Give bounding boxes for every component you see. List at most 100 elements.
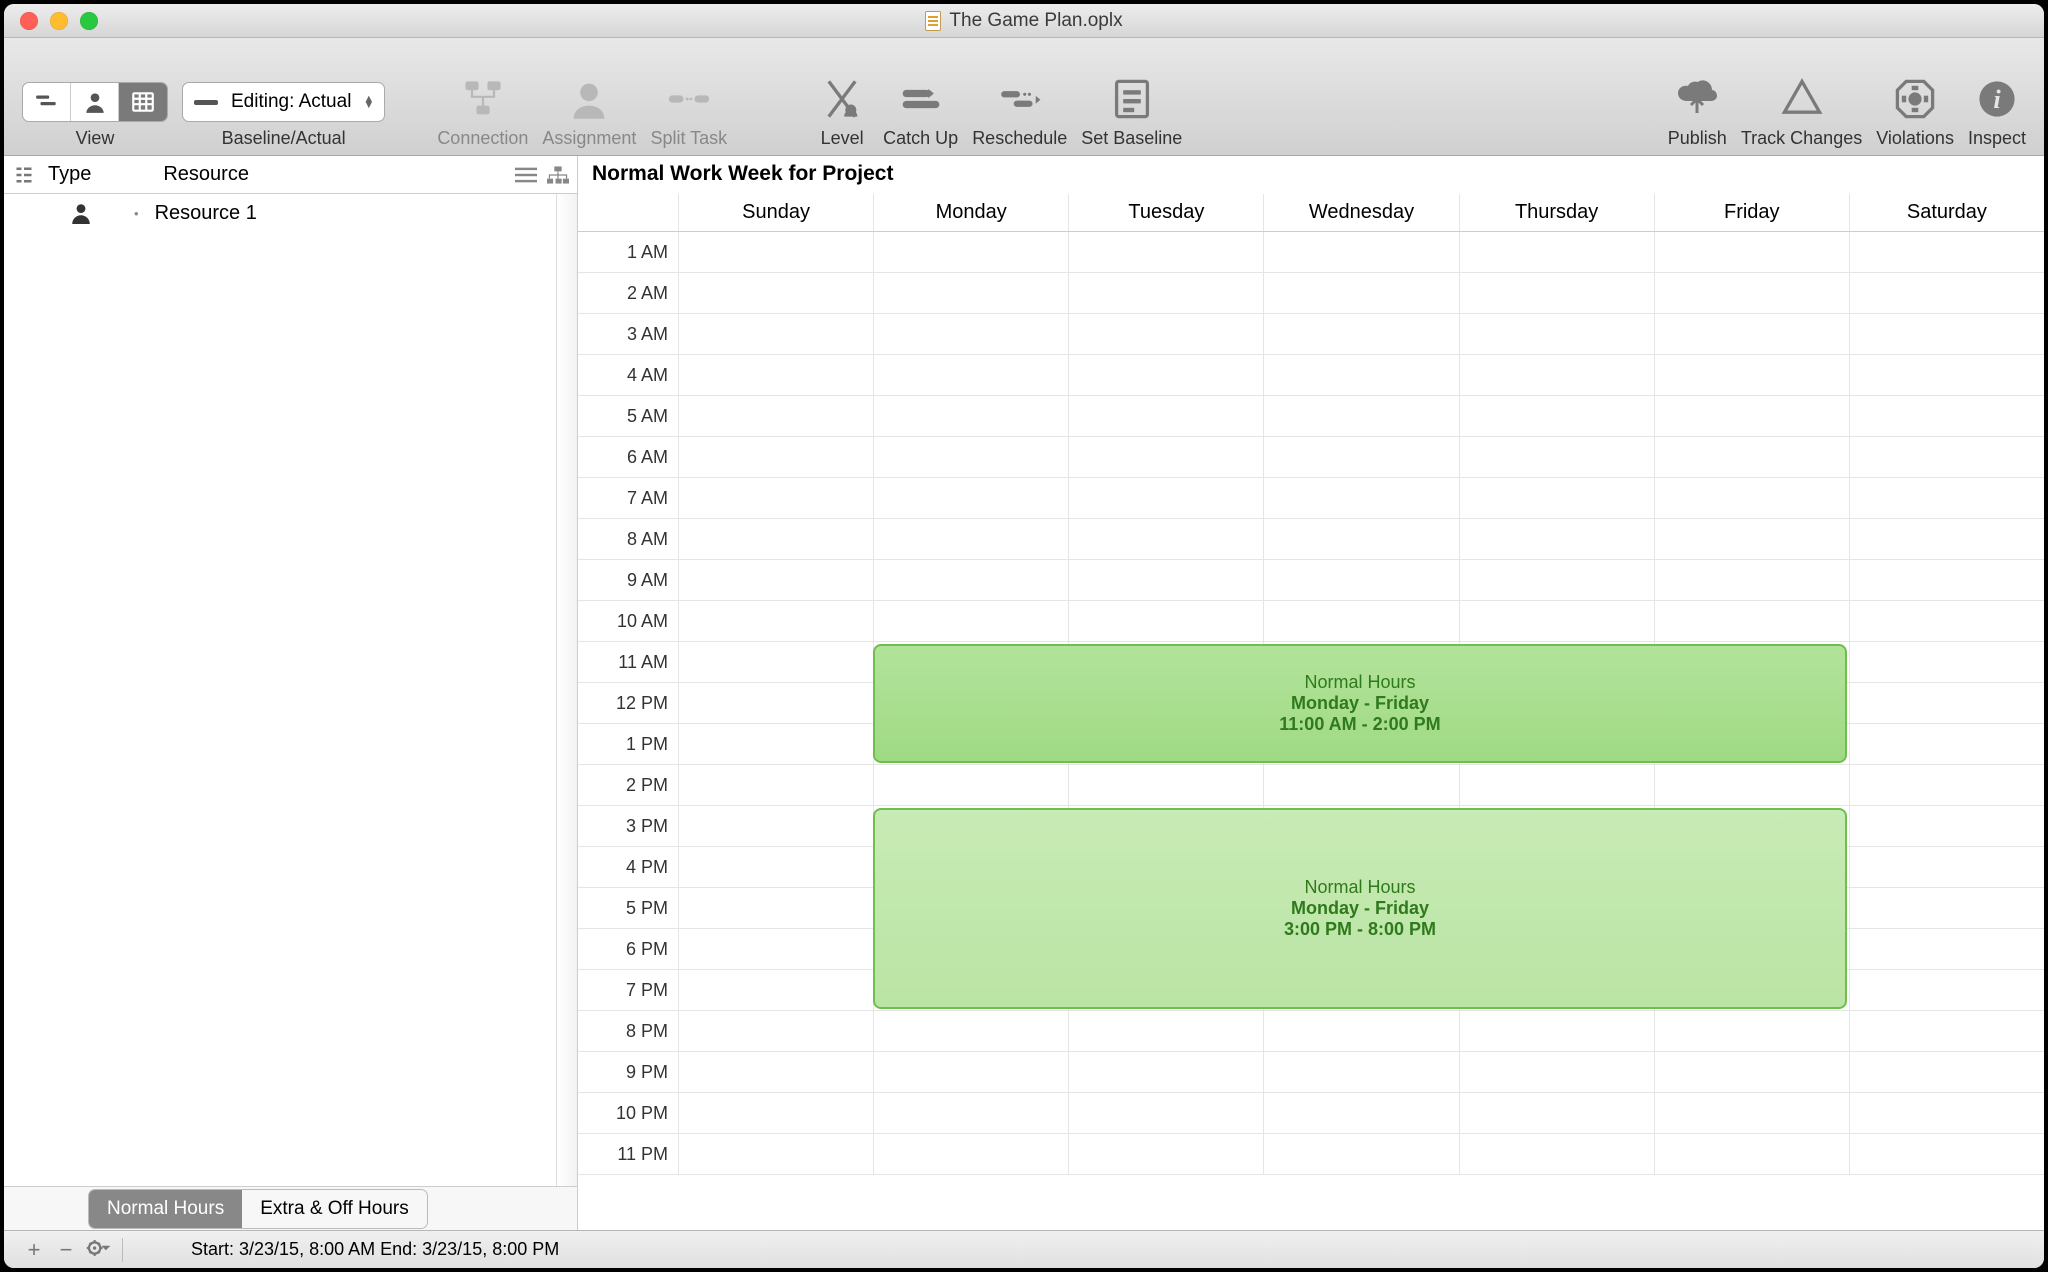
calendar-cell[interactable]	[1849, 970, 2044, 1010]
calendar-cell[interactable]	[678, 355, 873, 395]
calendar-cell[interactable]	[1068, 232, 1263, 272]
calendar-cell[interactable]	[1849, 642, 2044, 682]
calendar-cell[interactable]	[873, 1011, 1068, 1051]
list-icon[interactable]	[515, 166, 537, 184]
calendar-cell[interactable]	[873, 437, 1068, 477]
calendar-cell[interactable]	[1068, 601, 1263, 641]
calendar-cell[interactable]	[1654, 765, 1849, 805]
calendar-cell[interactable]	[1068, 437, 1263, 477]
calendar-cell[interactable]	[873, 232, 1068, 272]
publish-icon[interactable]	[1670, 76, 1724, 122]
tab-extra-off-hours[interactable]: Extra & Off Hours	[242, 1190, 427, 1228]
calendar-cell[interactable]	[1849, 355, 2044, 395]
calendar-cell[interactable]	[1459, 314, 1654, 354]
calendar-cell[interactable]	[1459, 1093, 1654, 1133]
calendar-cell[interactable]	[1263, 1134, 1458, 1174]
inspect-icon[interactable]: i	[1970, 76, 2024, 122]
calendar-cell[interactable]	[1459, 437, 1654, 477]
calendar-cell[interactable]	[1068, 765, 1263, 805]
calendar-cell[interactable]	[1459, 1052, 1654, 1092]
calendar-cell[interactable]	[1263, 560, 1458, 600]
calendar-cell[interactable]	[1263, 519, 1458, 559]
calendar-cell[interactable]	[1849, 683, 2044, 723]
calendar-cell[interactable]	[678, 929, 873, 969]
view-resource-icon[interactable]	[71, 83, 119, 121]
calendar-cell[interactable]	[678, 314, 873, 354]
calendar-cell[interactable]	[678, 478, 873, 518]
calendar-cell[interactable]	[678, 1134, 873, 1174]
calendar-cell[interactable]	[1459, 1011, 1654, 1051]
calendar-cell[interactable]	[873, 601, 1068, 641]
calendar-cell[interactable]	[1849, 232, 2044, 272]
calendar-cell[interactable]	[1849, 1093, 2044, 1133]
calendar-cell[interactable]	[873, 1052, 1068, 1092]
calendar-cell[interactable]	[1849, 519, 2044, 559]
calendar-cell[interactable]	[873, 314, 1068, 354]
calendar-cell[interactable]	[1654, 478, 1849, 518]
calendar-cell[interactable]	[1068, 314, 1263, 354]
calendar-cell[interactable]	[1849, 437, 2044, 477]
calendar-cell[interactable]	[873, 1093, 1068, 1133]
calendar-cell[interactable]	[678, 437, 873, 477]
view-calendar-icon[interactable]	[119, 83, 167, 121]
calendar-cell[interactable]	[678, 888, 873, 928]
calendar-cell[interactable]	[678, 273, 873, 313]
calendar-cell[interactable]	[1068, 519, 1263, 559]
calendar-cell[interactable]	[1263, 396, 1458, 436]
calendar-cell[interactable]	[1849, 396, 2044, 436]
sidebar-list[interactable]: • Resource 1	[4, 194, 577, 1186]
calendar-cell[interactable]	[1849, 478, 2044, 518]
calendar-cell[interactable]	[873, 273, 1068, 313]
calendar-cell[interactable]	[1459, 355, 1654, 395]
assignment-icon[interactable]	[562, 76, 616, 122]
calendar-cell[interactable]	[1459, 1134, 1654, 1174]
calendar-cell[interactable]	[1849, 1052, 2044, 1092]
calendar-cell[interactable]	[1654, 1011, 1849, 1051]
calendar-cell[interactable]	[1849, 273, 2044, 313]
calendar-cell[interactable]	[1849, 888, 2044, 928]
calendar-cell[interactable]	[1654, 519, 1849, 559]
calendar-cell[interactable]	[1849, 1134, 2044, 1174]
column-resource-header[interactable]: Resource	[163, 163, 249, 186]
calendar-cell[interactable]	[1654, 1134, 1849, 1174]
remove-button[interactable]: −	[50, 1237, 82, 1263]
calendar-cell[interactable]	[1849, 724, 2044, 764]
calendar-cell[interactable]	[1654, 437, 1849, 477]
calendar-cell[interactable]	[1068, 273, 1263, 313]
calendar-cell[interactable]	[1849, 806, 2044, 846]
calendar-cell[interactable]	[1263, 1011, 1458, 1051]
tab-normal-hours[interactable]: Normal Hours	[89, 1190, 242, 1228]
calendar-grid[interactable]: 1 AM2 AM3 AM4 AM5 AM6 AM7 AM8 AM9 AM10 A…	[578, 232, 2044, 1230]
view-gantt-icon[interactable]	[23, 83, 71, 121]
calendar-cell[interactable]	[873, 519, 1068, 559]
calendar-cell[interactable]	[1654, 314, 1849, 354]
calendar-cell[interactable]	[873, 396, 1068, 436]
calendar-cell[interactable]	[1459, 601, 1654, 641]
calendar-cell[interactable]	[1654, 1093, 1849, 1133]
view-segmented[interactable]	[22, 82, 168, 122]
calendar-cell[interactable]	[1459, 560, 1654, 600]
calendar-cell[interactable]	[1849, 1011, 2044, 1051]
calendar-cell[interactable]	[1654, 355, 1849, 395]
outline-icon[interactable]	[12, 165, 36, 185]
calendar-cell[interactable]	[1459, 273, 1654, 313]
calendar-cell[interactable]	[1068, 560, 1263, 600]
calendar-cell[interactable]	[1459, 478, 1654, 518]
calendar-cell[interactable]	[1068, 355, 1263, 395]
calendar-cell[interactable]	[1459, 232, 1654, 272]
calendar-cell[interactable]	[1263, 273, 1458, 313]
calendar-cell[interactable]	[1459, 519, 1654, 559]
add-button[interactable]: +	[18, 1237, 50, 1263]
calendar-cell[interactable]	[1459, 396, 1654, 436]
calendar-cell[interactable]	[1849, 929, 2044, 969]
calendar-cell[interactable]	[1263, 314, 1458, 354]
event-normal-hours-afternoon[interactable]: Normal Hours Monday - Friday 3:00 PM - 8…	[873, 808, 1847, 1009]
calendar-cell[interactable]	[1068, 396, 1263, 436]
calendar-cell[interactable]	[1068, 478, 1263, 518]
calendar-cell[interactable]	[1654, 601, 1849, 641]
calendar-cell[interactable]	[678, 724, 873, 764]
calendar-cell[interactable]	[678, 232, 873, 272]
calendar-cell[interactable]	[1263, 765, 1458, 805]
column-type-header[interactable]: Type	[48, 163, 91, 186]
calendar-cell[interactable]	[873, 478, 1068, 518]
